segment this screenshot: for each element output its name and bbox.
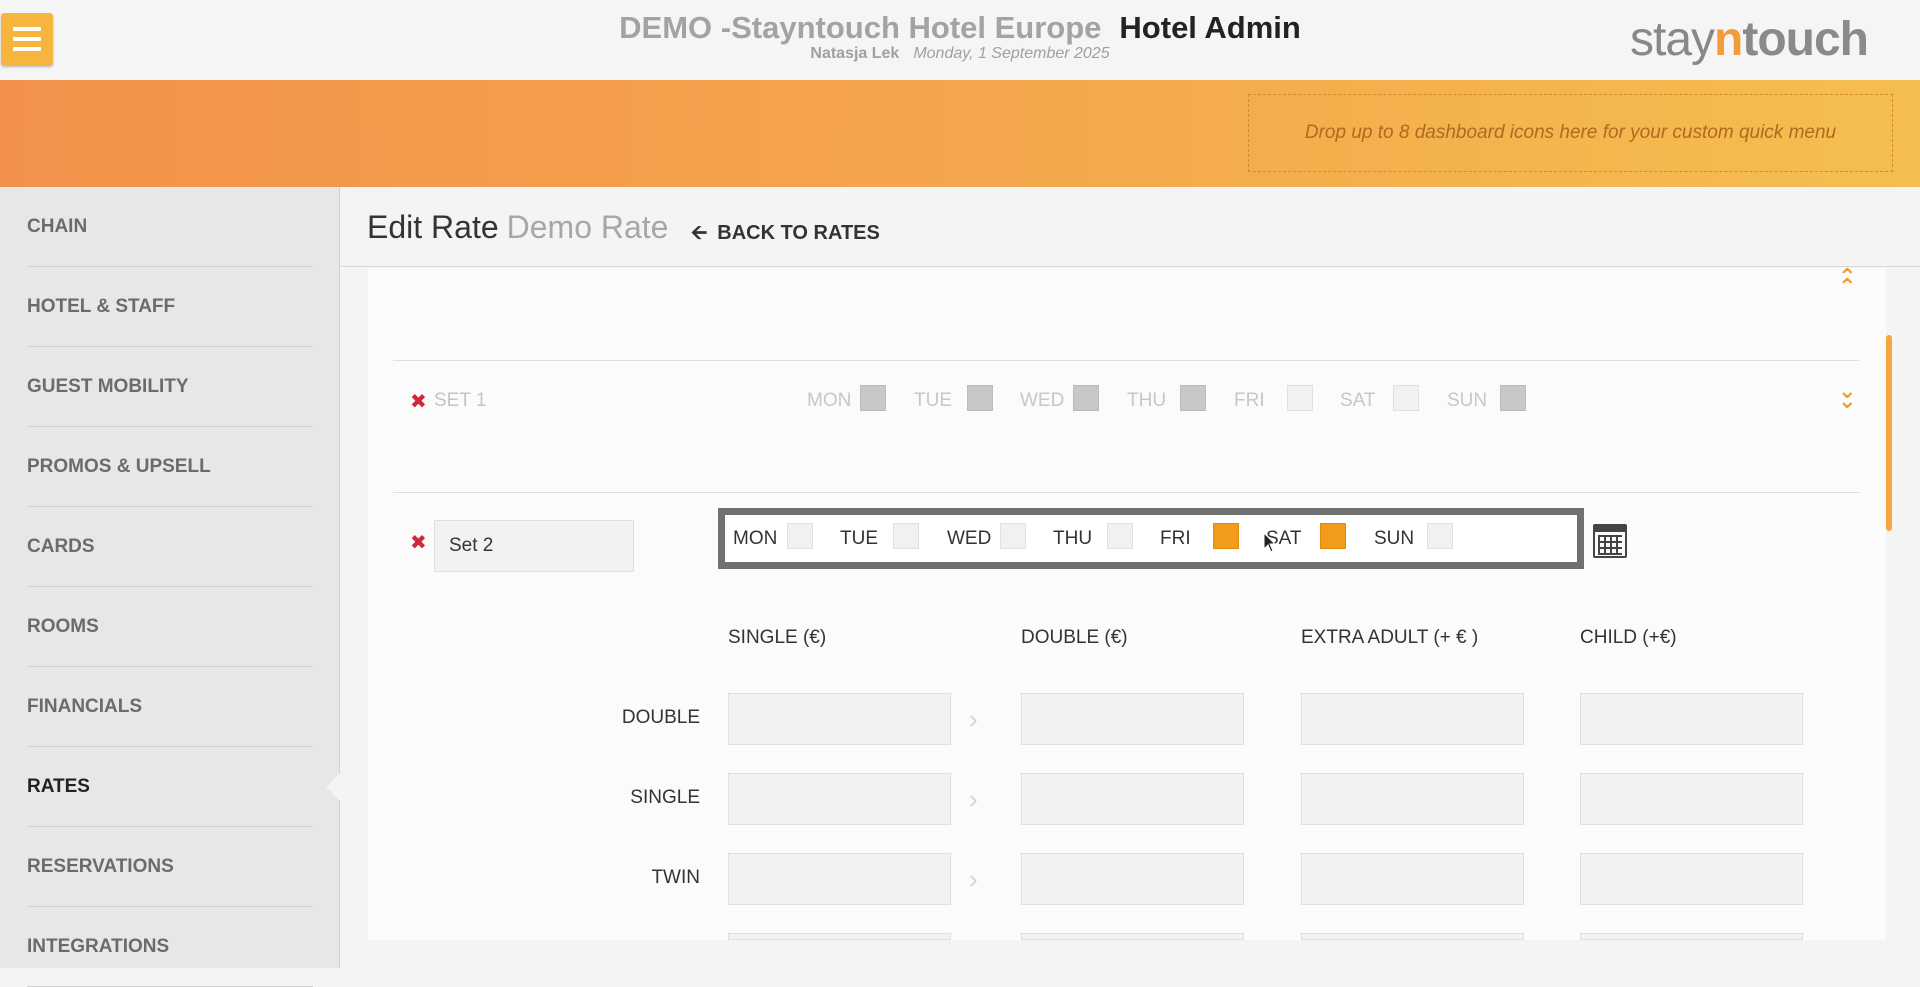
set-1-day-tue: TUE [914,390,952,411]
set-2-sun-checkbox[interactable] [1427,523,1453,549]
set-1-tue-checkbox[interactable] [967,385,993,411]
column-header-extra-adult: EXTRA ADULT (+ € ) [1301,627,1479,648]
set-1-day-thu: THU [1127,390,1167,411]
rate-input-twin-double[interactable] [1021,853,1244,905]
rate-input-double-double[interactable] [1021,693,1244,745]
quick-menu-drop-zone[interactable]: Drop up to 8 dashboard icons here for yo… [1248,94,1893,172]
set-1-day-mon: MON [807,390,852,411]
sidebar-item-rooms[interactable]: ROOMS [27,587,313,667]
calendar-icon-grid [1598,535,1622,555]
remove-set-2-icon[interactable]: ✖ [410,530,427,555]
set-1-day-sat: SAT [1340,390,1376,411]
rate-input-next-double[interactable] [1021,933,1244,940]
set-1-sun-checkbox[interactable] [1500,385,1526,411]
set-2-name-input[interactable] [434,520,634,572]
page-title-text: Edit Rate [367,209,499,245]
column-header-single: SINGLE (€) [728,627,827,648]
set-1-sat-checkbox[interactable] [1393,385,1419,411]
sidebar: CHAIN HOTEL & STAFF GUEST MOBILITY PROMO… [0,187,340,987]
calendar-icon[interactable] [1593,524,1627,558]
page-title: Edit Rate Demo Rate [367,209,668,246]
stayntouch-logo: stayntouch [1630,12,1869,67]
set-2-mon-checkbox[interactable] [787,523,813,549]
back-to-rates-label: BACK TO RATES [717,222,880,244]
chevron-double-down-icon-2: ⌄ [1838,388,1857,413]
set-1-name: SET 1 [434,390,487,411]
logo-text-stay: stay [1630,13,1715,66]
mouse-cursor-icon [1263,532,1277,553]
arrow-left-icon: 🡨 [691,222,708,244]
calendar-icon-header [1595,526,1625,532]
set-1-day-sun: SUN [1447,390,1488,411]
set-2-day-sun: SUN [1374,528,1415,549]
chevron-right-icon[interactable]: › [969,864,978,895]
rate-input-single-double[interactable] [1021,773,1244,825]
set-2-sat-checkbox[interactable] [1320,523,1346,549]
rate-input-single-child[interactable] [1580,773,1803,825]
business-date: Monday, 1 September 2025 [913,45,1110,62]
top-header: DEMO -Stayntouch Hotel Europe Hotel Admin… [0,0,1920,80]
row-label-twin: TWIN [651,867,700,888]
page-header: Edit Rate Demo Rate 🡨 BACK TO RATES [341,187,1920,267]
sidebar-item-rates[interactable]: RATES [27,747,313,827]
set-2-day-fri: FRI [1160,528,1191,549]
divider [393,360,1859,361]
set-1-wed-checkbox[interactable] [1073,385,1099,411]
scrollbar[interactable] [1886,335,1892,531]
remove-set-1-icon[interactable]: ✖ [410,389,427,414]
set-2-thu-checkbox[interactable] [1107,523,1133,549]
sidebar-item-hotel-staff[interactable]: HOTEL & STAFF [27,267,313,347]
row-label-double: DOUBLE [621,707,700,728]
rate-input-twin-single[interactable] [728,853,951,905]
sidebar-item-cards[interactable]: CARDS [27,507,313,587]
sidebar-item-integrations[interactable]: INTEGRATIONS [27,907,313,987]
logo-text-n: n [1714,13,1743,66]
sidebar-item-chain[interactable]: CHAIN [27,187,313,267]
user-name: Natasja Lek [810,45,900,62]
active-item-pointer [326,773,340,801]
set-1-day-wed: WED [1020,390,1065,411]
rate-input-double-extra-adult[interactable] [1301,693,1524,745]
chevron-right-icon[interactable]: › [969,784,978,815]
app-name: Hotel Admin [1119,10,1301,45]
column-header-child: CHILD (+€) [1580,627,1677,648]
rate-input-twin-child[interactable] [1580,853,1803,905]
rate-input-next-single[interactable] [728,933,951,940]
set-2-day-thu: THU [1053,528,1093,549]
row-label-single: SINGLE [630,787,700,808]
set-2-wed-checkbox[interactable] [1000,523,1026,549]
set-2-fri-checkbox[interactable] [1213,523,1239,549]
quick-menu-band: Drop up to 8 dashboard icons here for yo… [0,80,1920,187]
sidebar-item-promos-upsell[interactable]: PROMOS & UPSELL [27,427,313,507]
rate-sets-panel [368,268,1886,940]
rate-input-double-child[interactable] [1580,693,1803,745]
set-2-day-wed: WED [947,528,992,549]
rate-input-single-extra-adult[interactable] [1301,773,1524,825]
hotel-name: DEMO -Stayntouch Hotel Europe [619,10,1102,45]
set-2-day-tue: TUE [840,528,878,549]
back-to-rates-link[interactable]: 🡨 BACK TO RATES [691,218,880,252]
set-1-fri-checkbox[interactable] [1287,385,1313,411]
chevron-double-up-icon-2: ⌃ [1838,274,1857,299]
set-1-thu-checkbox[interactable] [1180,385,1206,411]
set-2-day-mon: MON [733,528,778,549]
sidebar-item-reservations[interactable]: RESERVATIONS [27,827,313,907]
sidebar-item-financials[interactable]: FINANCIALS [27,667,313,747]
sidebar-item-guest-mobility[interactable]: GUEST MOBILITY [27,347,313,427]
rate-input-next-child[interactable] [1580,933,1803,940]
divider [393,492,1859,493]
column-header-double: DOUBLE (€) [1021,627,1128,648]
rate-input-single-single[interactable] [728,773,951,825]
rate-name: Demo Rate [506,209,669,245]
set-2-tue-checkbox[interactable] [893,523,919,549]
rate-input-twin-extra-adult[interactable] [1301,853,1524,905]
chevron-right-icon[interactable]: › [969,704,978,735]
set-1-day-fri: FRI [1234,390,1265,411]
logo-text-touch: touch [1742,13,1869,66]
rate-input-double-single[interactable] [728,693,951,745]
set-1-mon-checkbox[interactable] [860,385,886,411]
rate-input-next-extra-adult[interactable] [1301,933,1524,940]
